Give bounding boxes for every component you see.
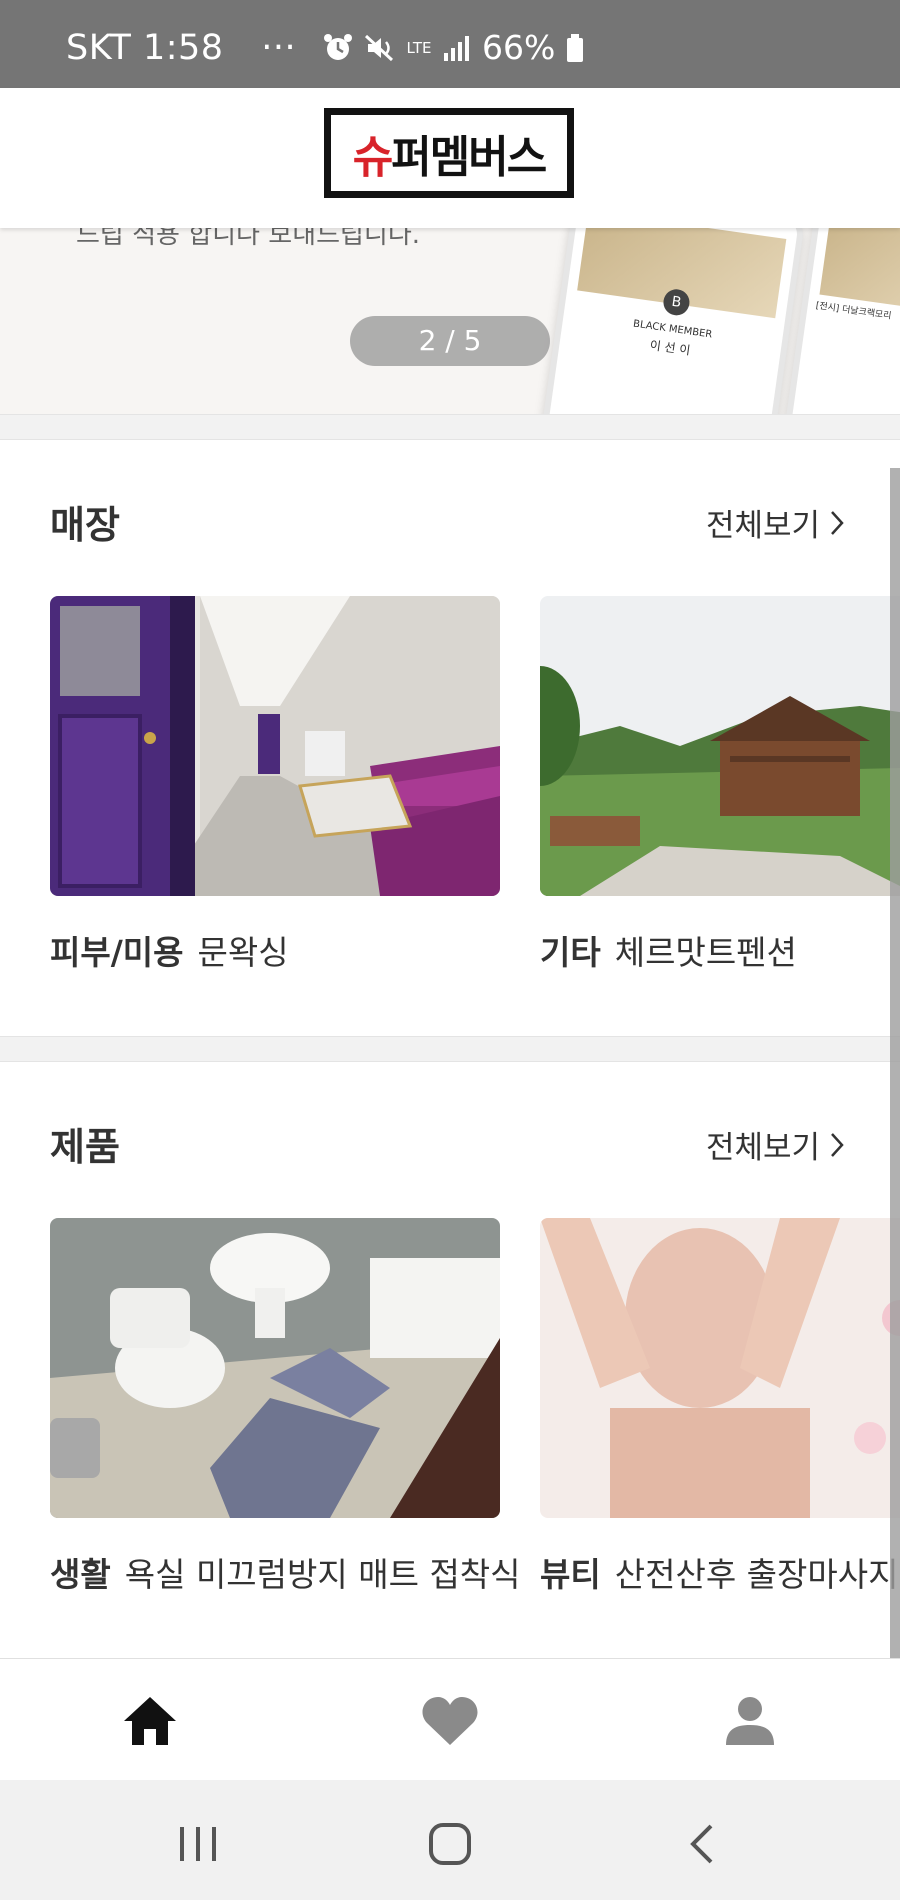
product-category: 생활: [50, 1555, 111, 1594]
scrollbar[interactable]: [890, 468, 900, 1658]
chevron-right-icon: [831, 510, 844, 535]
store-caption: 피부/미용 문왁싱: [50, 926, 289, 974]
app-header: 슈 퍼멤버스: [0, 88, 900, 228]
store-name: 문왁싱: [197, 933, 289, 972]
logo-prefix: 슈: [352, 132, 394, 183]
stores-section: 매장 전체보기 피부/미용 문왁싱 기타 체르맛트펜션: [0, 440, 900, 1036]
person-icon: [726, 1697, 774, 1745]
products-section: 제품 전체보기 생활 욕실 미끄럼방지 매트 접착식 뷰티 산전산후 출장마사지: [0, 1062, 900, 1658]
store-card[interactable]: 기타 체르맛트펜션: [540, 596, 900, 972]
product-name: 욕실 미끄럼방지 매트 접착식: [124, 1555, 518, 1594]
scroll-content: 매장 전체보기 피부/미용 문왁싱 기타 체르맛트펜션 제품 전체보기 생활 욕…: [0, 0, 900, 1900]
home-circle-icon: [429, 1823, 471, 1865]
store-image-pension: [540, 596, 900, 896]
nav-profile-button[interactable]: [710, 1681, 790, 1761]
stores-title: 매장: [50, 503, 120, 547]
product-card[interactable]: 뷰티 산전산후 출장마사지: [540, 1218, 900, 1594]
nav-favorites-button[interactable]: [410, 1681, 490, 1761]
store-category: 피부/미용: [50, 933, 184, 972]
logo-text: 슈 퍼멤버스: [331, 115, 567, 191]
banner-page-indicator: 2 / 5: [350, 316, 550, 366]
product-category: 뷰티: [540, 1555, 601, 1594]
products-title: 제품: [50, 1125, 120, 1169]
store-category: 기타: [540, 933, 601, 972]
back-button[interactable]: [672, 1814, 732, 1874]
store-image-salon: [50, 596, 500, 896]
product-image-bath-mat: [50, 1218, 500, 1518]
product-caption: 뷰티 산전산후 출장마사지: [540, 1548, 900, 1596]
products-view-all-button[interactable]: 전체보기: [706, 1122, 846, 1167]
store-caption: 기타 체르맛트펜션: [540, 926, 797, 974]
app-logo[interactable]: 슈 퍼멤버스: [324, 108, 574, 198]
nav-home-button[interactable]: [110, 1681, 190, 1761]
heart-icon: [422, 1697, 478, 1745]
recents-icon: [180, 1827, 216, 1861]
stores-view-all-button[interactable]: 전체보기: [706, 500, 846, 545]
system-nav-bar: [0, 1780, 900, 1900]
product-caption: 생활 욕실 미끄럼방지 매트 접착식: [50, 1548, 518, 1596]
recents-button[interactable]: [168, 1814, 228, 1874]
system-home-button[interactable]: [420, 1814, 480, 1874]
chevron-right-icon: [831, 1132, 844, 1157]
product-card[interactable]: 생활 욕실 미끄럼방지 매트 접착식: [50, 1218, 518, 1594]
product-name: 산전산후 출장마사지: [614, 1555, 899, 1594]
store-card[interactable]: 피부/미용 문왁싱: [50, 596, 500, 972]
section-divider: [0, 1036, 900, 1062]
logo-rest: 퍼멤버스: [391, 132, 547, 183]
product-image-massage: [540, 1218, 900, 1518]
store-name: 체르맛트펜션: [614, 933, 797, 972]
view-all-label: 전체보기: [706, 1130, 821, 1166]
back-icon: [690, 1824, 713, 1864]
bottom-nav: [0, 1658, 900, 1781]
home-icon: [124, 1697, 176, 1745]
view-all-label: 전체보기: [706, 508, 821, 544]
